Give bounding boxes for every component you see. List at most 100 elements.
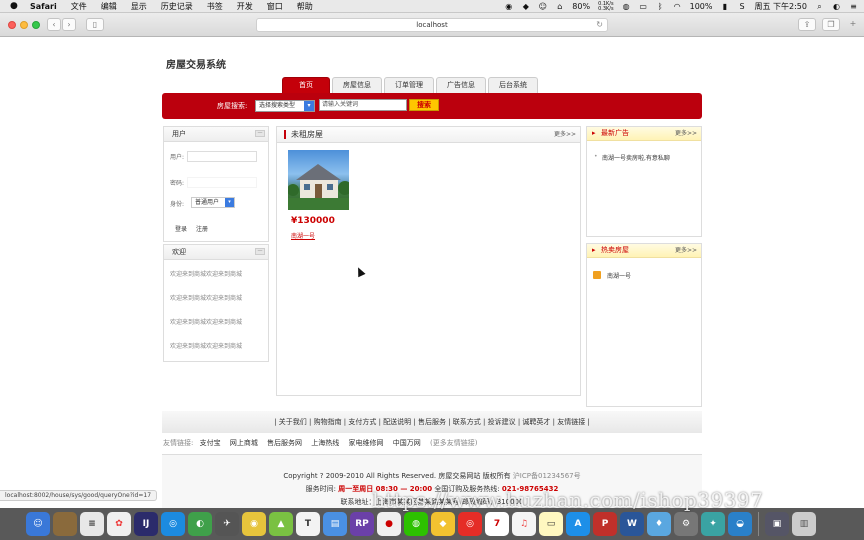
more-link[interactable]: 更多>> [675, 244, 697, 257]
sketch-icon[interactable]: ◆ [431, 512, 455, 536]
house-name-link[interactable]: 南湖一号 [291, 231, 315, 240]
notification-center-icon[interactable]: ≡ [849, 2, 858, 11]
trash-icon[interactable]: ▥ [792, 512, 816, 536]
tab-ads[interactable]: 广告信息 [436, 77, 486, 93]
menu-view[interactable]: 显示 [131, 1, 147, 12]
calendar-icon[interactable]: 7 [485, 512, 509, 536]
username-field[interactable] [187, 151, 257, 162]
ad-item[interactable]: 南湖一号卖房啦,有意私聊 [594, 153, 670, 162]
notification-icon[interactable]: ◆ [521, 2, 530, 11]
hot-house-item[interactable]: 南湖一号 [607, 271, 631, 280]
mail-icon[interactable]: ◒ [728, 512, 752, 536]
apple-menu-icon[interactable]: ● [10, 1, 20, 11]
netease-music-icon[interactable]: ◎ [458, 512, 482, 536]
lock-icon[interactable]: ⌂ [555, 2, 564, 11]
stickies-icon[interactable]: ▭ [539, 512, 563, 536]
role-select[interactable]: 普通用户 ▾ [191, 197, 235, 208]
friend-link[interactable]: 网上商城 [230, 439, 258, 447]
safari-icon[interactable]: ◎ [161, 512, 185, 536]
textedit-icon[interactable]: T [296, 512, 320, 536]
house-photo[interactable] [288, 150, 349, 210]
wechat-dock-icon[interactable]: ◍ [404, 512, 428, 536]
input-method-icon[interactable]: S [737, 2, 746, 11]
register-button[interactable]: 注册 [196, 224, 208, 233]
record-icon[interactable]: ◉ [504, 2, 513, 11]
back-button[interactable]: ‹ [47, 18, 61, 31]
more-link[interactable]: 更多>> [675, 127, 697, 140]
menu-help[interactable]: 帮助 [297, 1, 313, 12]
axure-icon[interactable]: RP [350, 512, 374, 536]
photos-icon[interactable]: ✿ [107, 512, 131, 536]
menu-develop[interactable]: 开发 [237, 1, 253, 12]
more-link[interactable]: 更多>> [554, 127, 576, 142]
itunes-icon[interactable]: ♫ [512, 512, 536, 536]
reminders-icon[interactable]: ≡ [80, 512, 104, 536]
more-friend-links[interactable]: (更多友情链接) [430, 439, 477, 447]
keynote-icon[interactable]: ♦ [647, 512, 671, 536]
clock[interactable]: 周五 下午2:50 [754, 1, 807, 12]
finder-icon[interactable]: ☺ [26, 512, 50, 536]
battery-icon[interactable]: ▮ [720, 2, 729, 11]
battery-percent-b[interactable]: 100% [690, 2, 713, 11]
battery-percent-a[interactable]: 80% [572, 2, 590, 11]
menu-app-name[interactable]: Safari [30, 2, 57, 11]
reload-icon[interactable]: ↻ [596, 19, 603, 31]
network-icon[interactable]: ✦ [701, 512, 725, 536]
friend-link[interactable]: 上海热线 [311, 439, 339, 447]
forward-button[interactable]: › [62, 18, 76, 31]
minimize-window-button[interactable] [20, 21, 28, 29]
browser-toolbar: ‹ › ▯ localhost ↻ ⇪ ❐ + [0, 13, 864, 37]
friend-link[interactable]: 售后服务网 [267, 439, 302, 447]
tab-house-info[interactable]: 房屋信息 [332, 77, 382, 93]
user-icon[interactable]: ☺ [538, 2, 547, 11]
qq-icon[interactable]: ● [377, 512, 401, 536]
chrome-icon[interactable]: ◉ [242, 512, 266, 536]
intellij-icon[interactable]: IJ [134, 512, 158, 536]
search-label: 房屋搜索: [217, 102, 248, 110]
close-window-button[interactable] [8, 21, 16, 29]
tab-admin[interactable]: 后台系统 [488, 77, 538, 93]
share-button[interactable]: ⇪ [798, 18, 816, 31]
menu-bookmarks[interactable]: 书签 [207, 1, 223, 12]
app-store-icon[interactable]: A [566, 512, 590, 536]
siri-icon[interactable]: ◐ [832, 2, 841, 11]
notes-icon[interactable] [53, 512, 77, 536]
tabs-button[interactable]: ❐ [822, 18, 840, 31]
android-icon[interactable]: ▲ [269, 512, 293, 536]
zoom-window-button[interactable] [32, 21, 40, 29]
login-button[interactable]: 登录 [175, 224, 187, 233]
menu-window[interactable]: 窗口 [267, 1, 283, 12]
downloads-icon[interactable]: ▣ [765, 512, 789, 536]
search-input[interactable]: 请输入关键词 [319, 99, 407, 111]
address-bar[interactable]: localhost ↻ [256, 18, 608, 32]
word-icon[interactable]: W [620, 512, 644, 536]
bluetooth-icon[interactable]: ᛒ [656, 2, 665, 11]
collapse-icon[interactable]: — [255, 130, 265, 137]
search-button[interactable]: 搜索 [409, 99, 439, 111]
powerpoint-icon[interactable]: P [593, 512, 617, 536]
airplay-icon[interactable]: ▭ [639, 2, 648, 11]
system-preferences-icon[interactable]: ⚙ [674, 512, 698, 536]
menu-file[interactable]: 文件 [71, 1, 87, 12]
password-field[interactable] [187, 177, 257, 188]
new-tab-button[interactable]: + [848, 18, 858, 31]
tab-home[interactable]: 首页 [282, 77, 330, 93]
footer-links[interactable]: | 关于我们 | 购物指南 | 支付方式 | 配送说明 | 售后服务 | 联系方… [162, 411, 702, 433]
sidebar-button[interactable]: ▯ [86, 18, 104, 31]
friend-link[interactable]: 家电维修网 [349, 439, 384, 447]
preview-icon[interactable]: ▤ [323, 512, 347, 536]
menu-history[interactable]: 历史记录 [161, 1, 193, 12]
welcome-panel-title: 欢迎 [172, 248, 186, 256]
friend-link[interactable]: 中国万网 [393, 439, 421, 447]
wifi-icon[interactable]: ◠ [673, 2, 682, 11]
wechat-icon[interactable]: ◍ [622, 2, 631, 11]
spotlight-icon[interactable]: ⌕ [815, 2, 824, 11]
tab-orders[interactable]: 订单管理 [384, 77, 434, 93]
role-value: 普通用户 [195, 199, 220, 206]
android-studio-icon[interactable]: ◐ [188, 512, 212, 536]
collapse-icon[interactable]: — [255, 248, 265, 255]
friend-link[interactable]: 支付宝 [200, 439, 221, 447]
launchpad-icon[interactable]: ✈ [215, 512, 239, 536]
search-type-select[interactable]: 选择搜索类型 ▾ [255, 100, 315, 112]
menu-edit[interactable]: 编辑 [101, 1, 117, 12]
